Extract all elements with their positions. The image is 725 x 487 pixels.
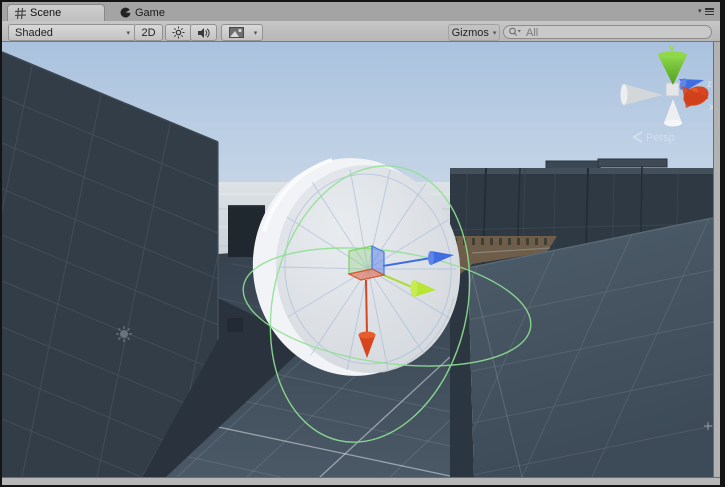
tab-game[interactable]: Game — [114, 4, 171, 21]
audio-toggle-button[interactable] — [190, 24, 217, 41]
tab-scene[interactable]: Scene — [7, 4, 105, 21]
chevron-down-icon: ▾ — [492, 29, 497, 37]
sun-icon — [172, 26, 185, 39]
gizmos-dropdown[interactable]: Gizmos ▾ — [448, 24, 500, 41]
chevron-down-icon: ▾ — [126, 29, 130, 37]
axis-label-y: y — [669, 43, 675, 54]
image-icon — [228, 27, 244, 38]
tab-options-icon[interactable]: ▾ — [698, 7, 714, 17]
game-icon — [120, 7, 131, 18]
right-gutter — [713, 42, 720, 477]
tab-bar: Scene Game ▾ — [2, 2, 720, 21]
chevron-down-icon: ▾ — [253, 29, 258, 37]
scene-search-field[interactable] — [503, 25, 712, 40]
scene-viewport[interactable]: y z x Persp — [1, 42, 715, 478]
small-box-far[interactable] — [227, 318, 243, 332]
draw-mode-label: Shaded — [15, 26, 53, 39]
axis-label-z: z — [707, 79, 712, 90]
speaker-icon — [198, 27, 210, 38]
search-icon — [509, 27, 521, 36]
scene-toolbar: Shaded ▾ 2D ▾ Gizmos ▾ All — [2, 21, 720, 42]
projection-label: Persp — [646, 132, 675, 144]
gizmo-center-cube[interactable] — [347, 245, 386, 281]
effects-dropdown[interactable]: ▾ — [249, 24, 263, 41]
scene-view-panel: Scene Game ▾ Shaded ▾ 2D ▾ Gizmos ▾ All … — [1, 2, 720, 485]
draw-mode-dropdown[interactable]: Shaded ▾ — [8, 24, 136, 41]
tab-game-label: Game — [135, 6, 165, 19]
gizmo-center-box[interactable] — [665, 82, 680, 97]
grid-icon — [15, 7, 26, 19]
tab-scene-label: Scene — [30, 7, 62, 19]
lighting-toggle-button[interactable] — [165, 24, 192, 41]
search-input[interactable] — [524, 26, 708, 40]
scene-render: y z x Persp — [1, 42, 715, 478]
2d-toggle-button[interactable]: 2D — [134, 24, 163, 41]
bottom-panel-edge — [2, 477, 720, 485]
clipped-next-panel — [2, 483, 720, 485]
effects-toggle-button[interactable] — [221, 24, 251, 41]
